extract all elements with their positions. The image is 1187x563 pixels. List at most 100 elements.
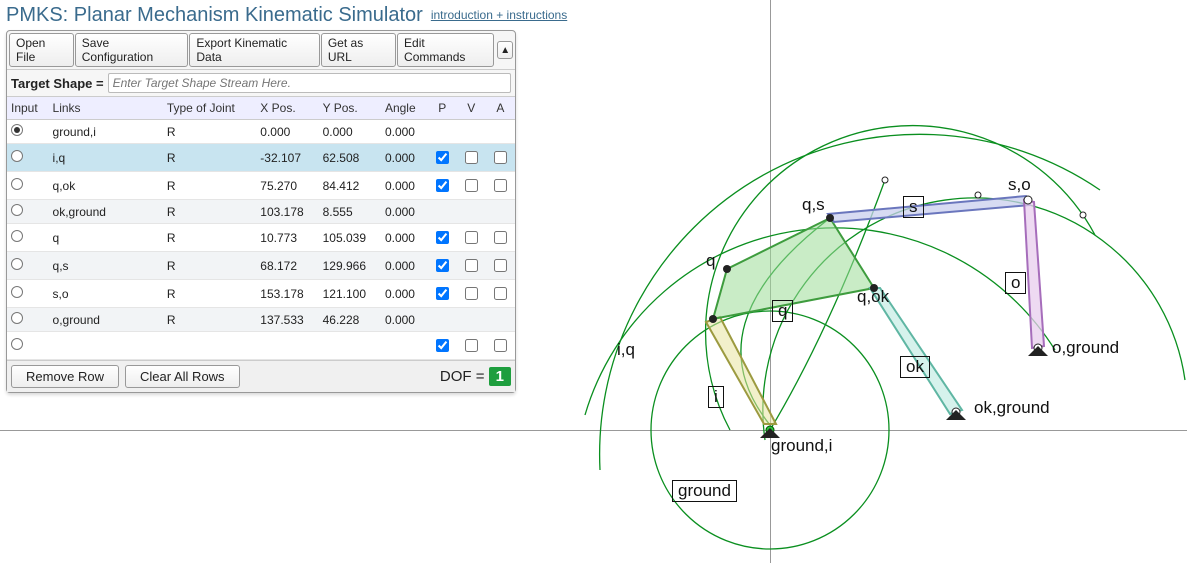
p-checkbox[interactable] [436,151,449,164]
cell-type: R [163,308,256,332]
table-row[interactable]: qR10.773105.0390.000 [7,224,515,252]
a-checkbox[interactable] [494,151,507,164]
a-checkbox[interactable] [494,339,507,352]
target-shape-input[interactable] [108,73,511,93]
cell-angle: 0.000 [381,252,428,280]
input-radio[interactable] [11,204,23,216]
cell-angle [381,332,428,360]
input-radio[interactable] [11,150,23,162]
link-label-ok: ok [900,356,930,378]
a-checkbox[interactable] [494,287,507,300]
cell-angle: 0.000 [381,280,428,308]
cell-y: 8.555 [319,200,381,224]
joint-label-og: o,ground [1052,338,1119,358]
cell-links: o,ground [49,308,163,332]
col-links: Links [49,97,163,120]
table-row[interactable]: i,qR-32.10762.5080.000 [7,144,515,172]
table-row[interactable]: ok,groundR103.1788.5550.000 [7,200,515,224]
input-radio[interactable] [11,258,23,270]
dof-label: DOF = [440,368,489,385]
collapse-icon[interactable]: ▲ [497,41,513,59]
cell-links: q,s [49,252,163,280]
clear-rows-button[interactable]: Clear All Rows [125,365,240,388]
col-x: X Pos. [256,97,318,120]
cell-x: 75.270 [256,172,318,200]
table-row[interactable]: o,groundR137.53346.2280.000 [7,308,515,332]
v-checkbox[interactable] [465,259,478,272]
cell-x: 10.773 [256,224,318,252]
p-checkbox[interactable] [436,259,449,272]
cell-y: 0.000 [319,120,381,144]
p-checkbox[interactable] [436,287,449,300]
col-input: Input [7,97,49,120]
control-panel: Open File Save Configuration Export Kine… [6,30,516,393]
cell-x [256,332,318,360]
v-checkbox[interactable] [465,339,478,352]
input-radio[interactable] [11,338,23,350]
link-label-q: q [772,300,793,322]
cell-x: 68.172 [256,252,318,280]
help-link[interactable]: introduction + instructions [431,9,567,22]
cell-y: 121.100 [319,280,381,308]
joint-label-qok: q,ok [857,287,889,307]
link-label-ground: ground [672,480,737,502]
link-label-s: s [903,196,924,218]
cell-y: 129.966 [319,252,381,280]
a-checkbox[interactable] [494,231,507,244]
table-row[interactable] [7,332,515,360]
joint-label-iq: i,q [617,340,635,360]
edit-commands-button[interactable]: Edit Commands [397,33,494,67]
cell-links: q,ok [49,172,163,200]
col-a: A [486,97,515,120]
p-checkbox[interactable] [436,231,449,244]
cell-x: 137.533 [256,308,318,332]
get-url-button[interactable]: Get as URL [321,33,396,67]
v-checkbox[interactable] [465,151,478,164]
v-checkbox[interactable] [465,287,478,300]
link-label-i: i [708,386,724,408]
table-row[interactable]: q,sR68.172129.9660.000 [7,252,515,280]
input-radio[interactable] [11,312,23,324]
cell-type: R [163,224,256,252]
remove-row-button[interactable]: Remove Row [11,365,119,388]
joint-label-okg: ok,ground [974,398,1050,418]
input-radio[interactable] [11,178,23,190]
cell-type: R [163,252,256,280]
a-checkbox[interactable] [494,179,507,192]
p-checkbox[interactable] [436,339,449,352]
x-axis [0,430,1187,431]
table-row[interactable]: q,okR75.27084.4120.000 [7,172,515,200]
cell-x: 153.178 [256,280,318,308]
cell-links: s,o [49,280,163,308]
cell-type: R [163,120,256,144]
dof-value: 1 [489,367,511,386]
cell-links: ok,ground [49,200,163,224]
joint-label-gi: ground,i [771,436,832,456]
cell-y: 84.412 [319,172,381,200]
cell-angle: 0.000 [381,120,428,144]
col-angle: Angle [381,97,428,120]
table-row[interactable]: ground,iR0.0000.0000.000 [7,120,515,144]
cell-type: R [163,144,256,172]
table-row[interactable]: s,oR153.178121.1000.000 [7,280,515,308]
a-checkbox[interactable] [494,259,507,272]
cell-x: 0.000 [256,120,318,144]
input-radio[interactable] [11,230,23,242]
input-radio[interactable] [11,124,23,136]
open-file-button[interactable]: Open File [9,33,74,67]
v-checkbox[interactable] [465,231,478,244]
cell-type: R [163,200,256,224]
v-checkbox[interactable] [465,179,478,192]
cell-x: -32.107 [256,144,318,172]
col-p: P [428,97,457,120]
save-config-button[interactable]: Save Configuration [75,33,189,67]
cell-links: i,q [49,144,163,172]
cell-angle: 0.000 [381,308,428,332]
export-data-button[interactable]: Export Kinematic Data [189,33,319,67]
y-axis [770,0,771,563]
cell-type [163,332,256,360]
cell-y [319,332,381,360]
p-checkbox[interactable] [436,179,449,192]
input-radio[interactable] [11,286,23,298]
cell-angle: 0.000 [381,200,428,224]
